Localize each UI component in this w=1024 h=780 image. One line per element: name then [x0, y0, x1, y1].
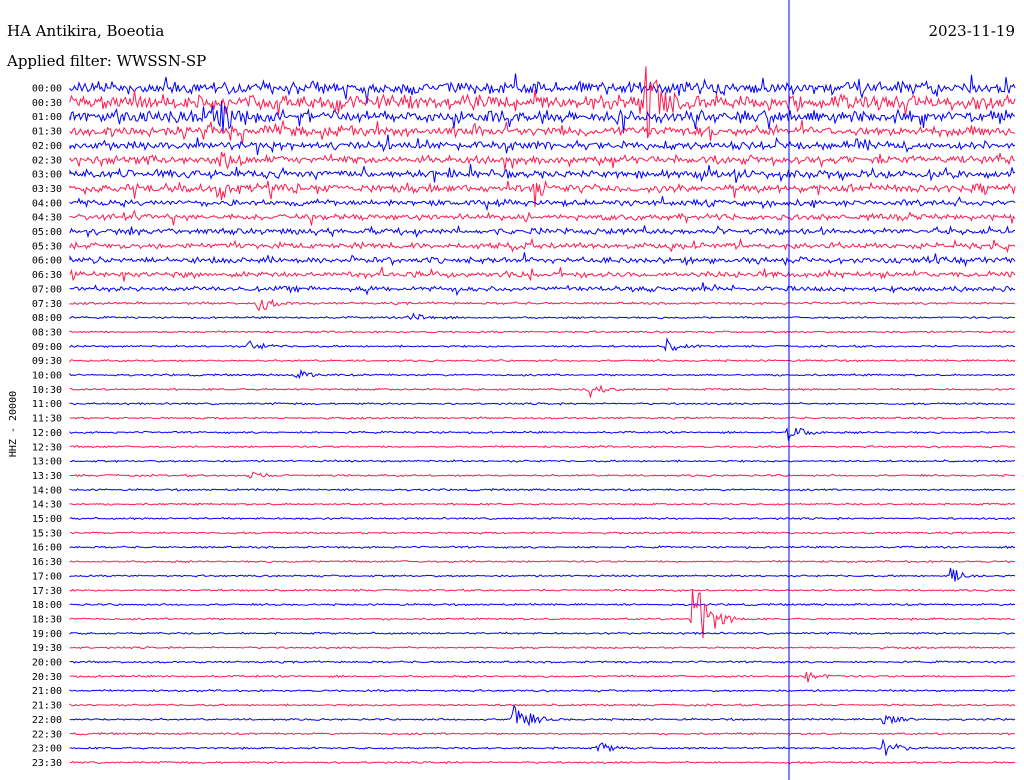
filter-label: Applied filter: WWSSN-SP [6, 52, 206, 70]
time-tick-label: 00:00 [32, 84, 62, 95]
trace-line [69, 738, 1016, 756]
time-tick-label: 21:30 [32, 701, 62, 712]
time-tick-label: 03:30 [32, 184, 62, 195]
time-tick-label: 23:30 [32, 758, 62, 769]
trace-line [69, 688, 1015, 693]
trace-line [69, 488, 1016, 492]
trace-line [69, 330, 1016, 334]
trace-line [69, 427, 1016, 441]
trace-line [69, 298, 1016, 312]
trace-line [69, 645, 1016, 650]
trace-line [69, 703, 1016, 707]
time-tick-label: 12:30 [32, 442, 62, 453]
time-tick-label: 07:30 [32, 299, 62, 310]
time-tick-label: 14:30 [32, 500, 62, 511]
trace-line [69, 282, 1016, 297]
trace-group [69, 66, 1016, 765]
time-tick-label: 01:00 [32, 112, 62, 123]
station-title: HA Antikira, Boeotia [7, 22, 164, 40]
trace-line [69, 252, 1016, 268]
trace-line [69, 588, 1015, 592]
trace-line [69, 163, 1016, 184]
time-tick-label: 06:00 [32, 256, 62, 267]
trace-line [69, 416, 1016, 420]
seismogram-chart: HA Antikira, Boeotia 2023-11-19 Applied … [6, 0, 1016, 780]
time-tick-label: 22:00 [32, 715, 62, 726]
trace-line [69, 224, 1016, 239]
time-tick-label: 05:30 [32, 241, 62, 252]
time-tick-label: 22:30 [32, 729, 62, 740]
trace-line [69, 368, 1016, 380]
trace-line [69, 471, 1016, 479]
trace-line [69, 531, 1016, 535]
time-tick-label: 15:00 [32, 514, 62, 525]
time-tick-label: 18:00 [32, 600, 62, 611]
trace-line [69, 660, 1016, 664]
trace-line [69, 444, 1016, 449]
trace-line [69, 589, 1016, 639]
trace-line [69, 602, 1016, 607]
time-tick-labels: 00:00 00:30 01:00 01:30 02:00 02:30 03:00 03:30… [32, 84, 62, 769]
trace-line [69, 567, 1016, 582]
time-tick-label: 16:00 [32, 543, 62, 554]
time-tick-label: 19:00 [32, 629, 62, 640]
trace-line [69, 704, 1016, 727]
time-tick-label: 19:30 [32, 643, 62, 654]
time-tick-label: 03:00 [32, 170, 62, 181]
trace-line [69, 134, 1016, 155]
time-tick-label: 18:30 [32, 614, 62, 625]
trace-line [69, 266, 1016, 282]
trace-line [69, 237, 1016, 254]
time-tick-label: 10:00 [32, 371, 62, 382]
time-tick-label: 09:30 [32, 356, 62, 367]
time-tick-label: 23:00 [32, 744, 62, 755]
time-tick-label: 15:30 [32, 528, 62, 539]
time-tick-label: 08:00 [32, 313, 62, 324]
time-tick-label: 05:00 [32, 227, 62, 238]
trace-line [69, 559, 1016, 564]
date-label: 2023-11-19 [929, 22, 1015, 40]
time-tick-label: 06:30 [32, 270, 62, 281]
trace-line [69, 631, 1016, 636]
trace-line [69, 196, 1016, 212]
time-tick-label: 16:30 [32, 557, 62, 568]
time-tick-label: 14:00 [32, 485, 62, 496]
time-tick-label: 12:00 [32, 428, 62, 439]
time-tick-label: 20:00 [32, 658, 62, 669]
trace-line [69, 337, 1016, 352]
time-tick-label: 00:30 [32, 98, 62, 109]
trace-line [69, 516, 1016, 521]
channel-axis-label: HHZ - 20000 [8, 391, 19, 457]
trace-line [69, 358, 1016, 363]
trace-line [69, 151, 1015, 170]
time-tick-label: 10:30 [32, 385, 62, 396]
trace-line [69, 402, 1016, 406]
trace-line [69, 545, 1016, 549]
time-tick-label: 08:30 [32, 327, 62, 338]
time-tick-label: 11:30 [32, 414, 62, 425]
time-tick-label: 01:30 [32, 127, 62, 138]
trace-line [69, 384, 1016, 399]
time-tick-label: 04:30 [32, 213, 62, 224]
time-tick-label: 04:00 [32, 198, 62, 209]
time-tick-label: 17:00 [32, 571, 62, 582]
time-tick-label: 02:00 [32, 141, 62, 152]
time-tick-label: 09:00 [32, 342, 62, 353]
trace-line [69, 502, 1016, 507]
trace-line [69, 731, 1015, 736]
trace-line [69, 209, 1016, 226]
trace-line [69, 760, 1016, 765]
trace-line [69, 459, 1016, 463]
time-tick-label: 07:00 [32, 284, 62, 295]
time-tick-label: 02:30 [32, 155, 62, 166]
time-tick-label: 13:00 [32, 457, 62, 468]
time-tick-label: 20:30 [32, 672, 62, 683]
trace-line [69, 312, 1016, 320]
trace-line [69, 671, 1016, 683]
time-tick-label: 17:30 [32, 586, 62, 597]
time-tick-label: 13:30 [32, 471, 62, 482]
time-tick-label: 21:00 [32, 686, 62, 697]
time-tick-label: 11:00 [32, 399, 62, 410]
